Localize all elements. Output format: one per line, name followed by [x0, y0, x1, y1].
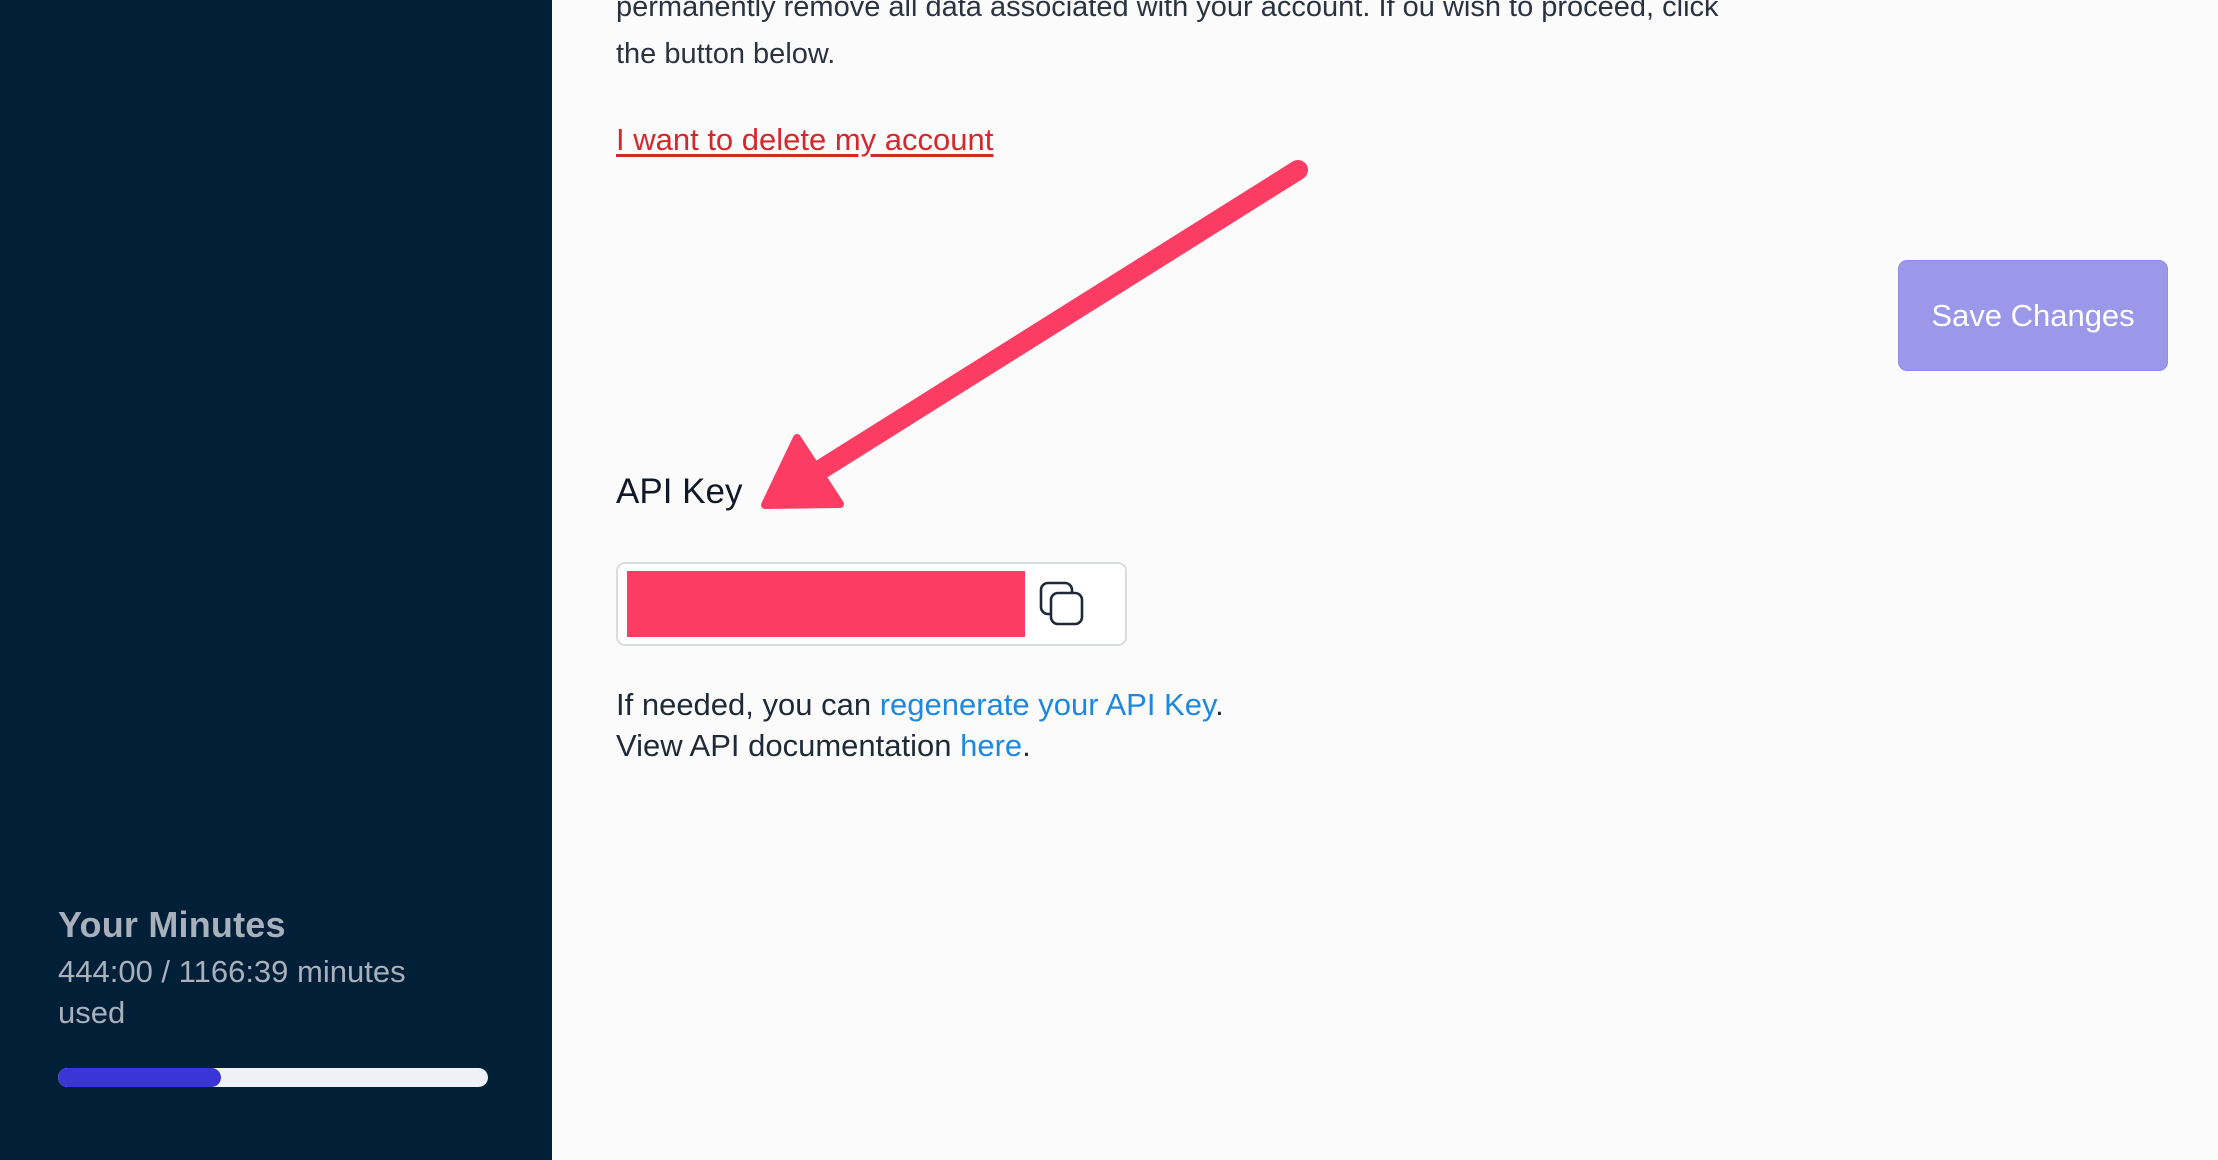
- api-key-heading: API Key: [616, 472, 743, 511]
- minutes-progress-bar: [58, 1068, 488, 1087]
- api-docs-link[interactable]: here: [960, 728, 1022, 763]
- minutes-title: Your Minutes: [58, 904, 286, 945]
- minutes-progress-fill: [58, 1068, 222, 1087]
- api-help-text: If needed, you can regenerate your API K…: [616, 684, 1224, 766]
- api-key-field[interactable]: [616, 562, 1127, 646]
- description-line-2: the button below.: [616, 38, 836, 70]
- docs-suffix: .: [1022, 728, 1031, 763]
- description-line-1: permanently remove all data associated w…: [616, 0, 1719, 23]
- delete-account-description: permanently remove all data associated w…: [616, 0, 1816, 78]
- copy-icon[interactable]: [1038, 580, 1086, 628]
- page: Your Minutes 444:00 / 1166:39 minutes us…: [0, 0, 2218, 1160]
- regenerate-suffix: .: [1215, 687, 1224, 722]
- regenerate-prefix: If needed, you can: [616, 687, 880, 722]
- docs-prefix: View API documentation: [616, 728, 961, 763]
- regenerate-api-key-link[interactable]: regenerate your API Key: [880, 687, 1215, 722]
- save-changes-button[interactable]: Save Changes: [1898, 260, 2168, 371]
- regenerate-line: If needed, you can regenerate your API K…: [616, 684, 1224, 725]
- redacted-api-key: [627, 571, 1025, 637]
- delete-account-link[interactable]: I want to delete my account: [616, 122, 993, 158]
- docs-line: View API documentation here.: [616, 725, 1224, 766]
- sidebar: Your Minutes 444:00 / 1166:39 minutes us…: [0, 0, 552, 1160]
- minutes-usage: 444:00 / 1166:39 minutes used: [58, 954, 406, 1030]
